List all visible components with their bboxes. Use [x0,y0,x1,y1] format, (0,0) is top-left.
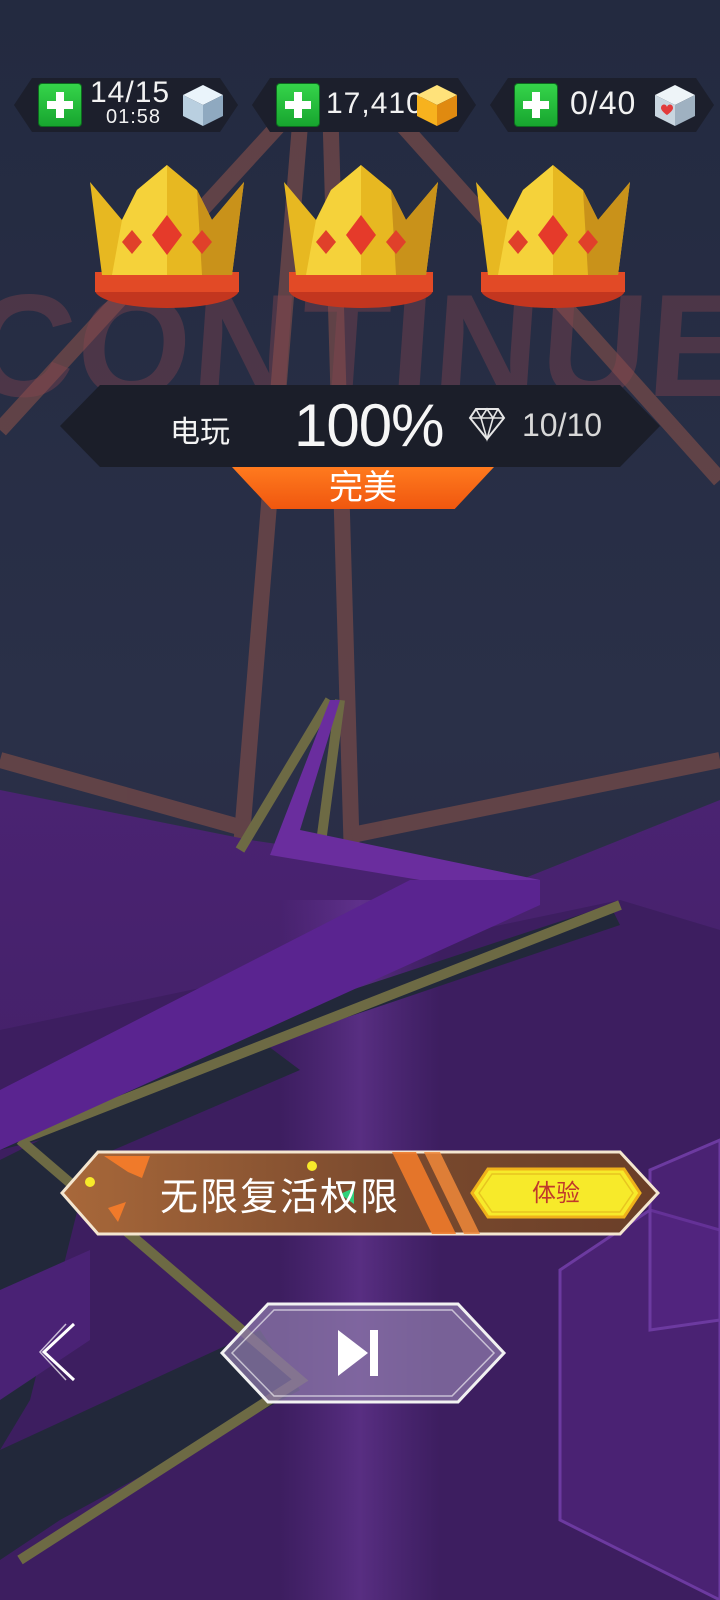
energy-timer: 01:58 [106,106,162,128]
add-hearts-button[interactable] [514,83,558,127]
next-level-button[interactable] [218,1300,508,1406]
try-button[interactable]: 体验 [470,1167,642,1219]
rating-badge: 完美 [232,467,494,509]
heart-cube-icon [655,85,695,126]
chevron-left-icon[interactable] [36,1320,86,1384]
promo-title: 无限复活权限 [160,1175,401,1219]
heart-value: 0/40 [570,85,637,121]
diamond-icon [468,407,506,442]
level-result-bar: 电玩 100% 10/10 [60,385,660,467]
coin-value: 17,410 [326,87,424,120]
coin-counter: 17,410 [252,78,476,132]
revive-promo-banner[interactable]: 无限复活权限 体验 [60,1150,660,1236]
energy-value: 14/15 [90,76,171,109]
heart-counter: 0/40 [490,78,714,132]
energy-counter: 14/15 01:58 [14,76,238,132]
game-screen: CONTINUE ? 14/15 01:58 17,410 0/40 [0,0,720,1600]
crown-icon [476,165,630,308]
level-name: 电玩 [170,415,230,450]
try-button-label: 体验 [532,1179,580,1207]
crown-icon [284,165,438,308]
add-coins-button[interactable] [276,83,320,127]
gold-cube-icon [417,85,457,126]
crown-icon [90,165,244,308]
gem-count: 10/10 [522,407,603,443]
energy-cube-icon [183,85,223,126]
progress-percent: 100% [294,392,444,459]
add-energy-button[interactable] [38,83,82,127]
